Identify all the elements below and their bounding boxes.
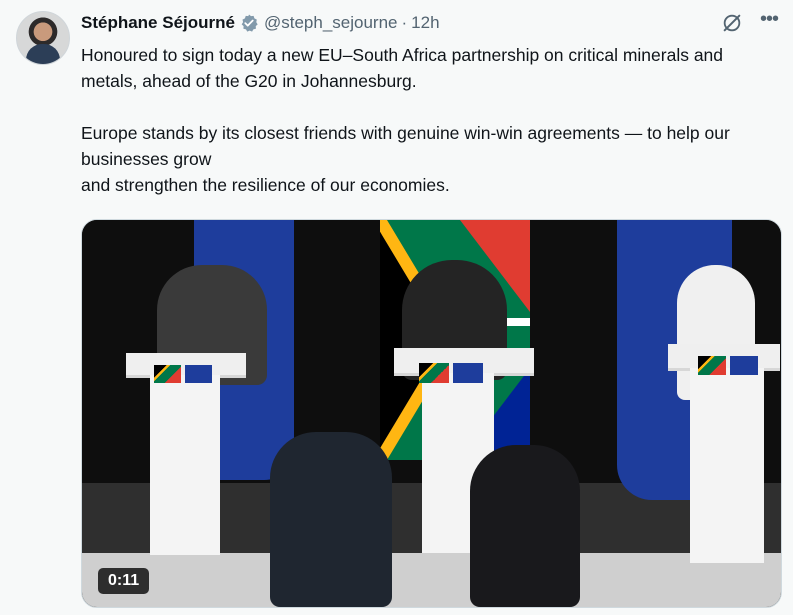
foreground-person-left <box>270 432 392 607</box>
tweet-paragraph-1: Honoured to sign today a new EU–South Af… <box>81 45 724 91</box>
tweet-paragraph-2-line-1: Europe stands by its closest friends wit… <box>81 123 730 169</box>
tweet-header: Stéphane Séjourné @steph_sejourne · 12h <box>81 12 440 34</box>
avatar[interactable] <box>16 11 70 65</box>
grok-icon[interactable] <box>721 12 743 34</box>
tweet-paragraph-2-line-2: and strengthen the resilience of our eco… <box>81 175 450 195</box>
foreground-person-right <box>470 445 580 607</box>
podium-left <box>150 375 220 555</box>
tweet-text: Honoured to sign today a new EU–South Af… <box>81 42 781 198</box>
author-name[interactable]: Stéphane Séjourné <box>81 13 235 33</box>
podium-flags-center <box>419 363 483 383</box>
more-icon[interactable]: ••• <box>758 9 780 34</box>
verified-badge-icon <box>241 14 258 32</box>
tweet[interactable]: Stéphane Séjourné @steph_sejourne · 12h … <box>0 0 793 615</box>
post-time[interactable]: 12h <box>411 13 439 33</box>
podium-right <box>690 368 764 563</box>
meta-separator: · <box>401 13 408 32</box>
podium-flags-right <box>698 356 758 375</box>
podium-flags-left <box>154 365 212 383</box>
video-player[interactable]: 0:11 <box>81 219 782 608</box>
author-handle[interactable]: @steph_sejourne <box>264 13 398 33</box>
video-duration: 0:11 <box>98 568 150 594</box>
